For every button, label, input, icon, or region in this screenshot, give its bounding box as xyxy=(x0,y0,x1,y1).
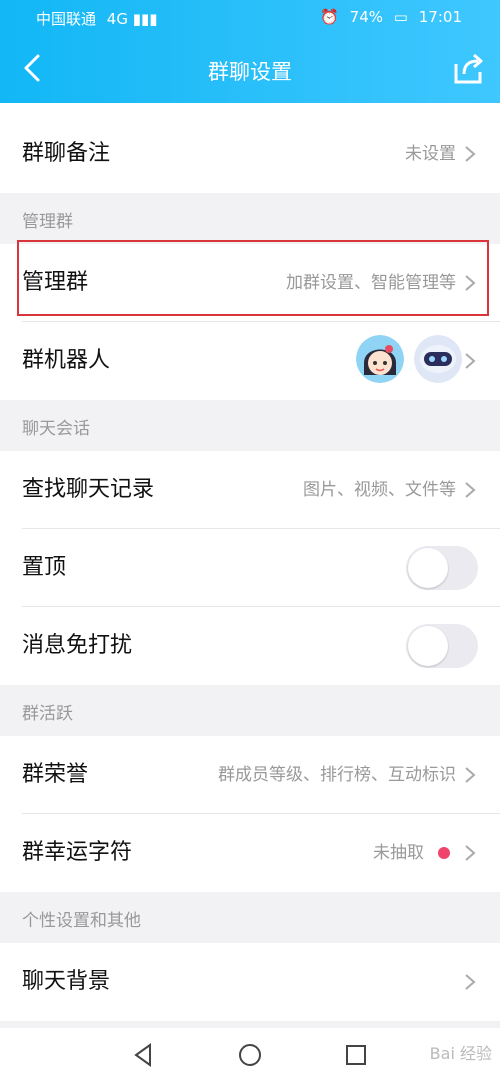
chevron-right-icon xyxy=(465,974,476,990)
section-active: 群活跃 xyxy=(0,685,500,736)
system-nav-bar xyxy=(0,1028,500,1083)
row-remark[interactable]: 群聊备注 未设置 xyxy=(0,115,500,193)
share-icon[interactable] xyxy=(450,50,486,86)
row-label: 群机器人 xyxy=(22,348,111,373)
section-title: 个性设置和其他 xyxy=(22,911,141,931)
row-label: 群聊备注 xyxy=(22,141,111,166)
row-background[interactable]: 聊天背景 xyxy=(0,943,500,1021)
section-other: 个性设置和其他 xyxy=(0,892,500,943)
status-bar: 中国联通 4G ▮▮▮ ⏰ 74% ▭ 17:01 xyxy=(0,0,500,34)
notification-dot xyxy=(438,847,450,859)
toggle-knob xyxy=(408,548,448,588)
row-value: 未抽取 xyxy=(373,843,424,863)
row-value: 未设置 xyxy=(405,144,456,164)
row-label: 聊天背景 xyxy=(22,969,111,994)
nav-recent-icon[interactable] xyxy=(341,1040,371,1070)
watermark: Bai 经验 xyxy=(429,1044,492,1063)
row-value: 图片、视频、文件等 xyxy=(303,480,456,500)
carrier-text: 中国联通 xyxy=(36,10,97,28)
row-robot[interactable]: 群机器人 xyxy=(0,322,500,400)
row-lucky-char[interactable]: 群幸运字符 未抽取 xyxy=(0,814,500,892)
time-text: 17:01 xyxy=(418,8,462,26)
row-mute: 消息免打扰 xyxy=(0,607,500,685)
battery-text: 74% xyxy=(349,8,384,26)
pin-toggle[interactable] xyxy=(406,546,478,590)
row-pin: 置顶 xyxy=(0,529,500,607)
mute-toggle[interactable] xyxy=(406,624,478,668)
highlight-box xyxy=(17,240,489,316)
section-chat: 聊天会话 xyxy=(0,400,500,451)
row-honor[interactable]: 群荣誉 群成员等级、排行榜、互动标识 xyxy=(0,736,500,814)
row-label: 查找聊天记录 xyxy=(22,477,155,502)
battery-icon: ▭ xyxy=(393,8,408,26)
section-title: 管理群 xyxy=(22,212,73,232)
chevron-right-icon xyxy=(465,482,476,498)
toggle-knob xyxy=(408,626,448,666)
signal-icon: ▮▮▮ xyxy=(132,10,158,28)
network-text: 4G xyxy=(106,10,128,28)
row-label: 群荣誉 xyxy=(22,762,89,787)
row-search-history[interactable]: 查找聊天记录 图片、视频、文件等 xyxy=(0,451,500,529)
chevron-right-icon xyxy=(465,845,476,861)
section-manage: 管理群 xyxy=(0,193,500,244)
row-value: 群成员等级、排行榜、互动标识 xyxy=(218,765,456,785)
section-title: 群活跃 xyxy=(22,704,73,724)
navbar: 群聊设置 xyxy=(0,40,500,100)
chevron-right-icon xyxy=(465,767,476,783)
alarm-icon: ⏰ xyxy=(320,8,339,26)
page-title: 群聊设置 xyxy=(208,60,292,84)
girl-avatar-icon xyxy=(356,335,404,383)
chevron-right-icon xyxy=(465,146,476,162)
row-label: 置顶 xyxy=(22,555,67,580)
chevron-right-icon xyxy=(465,353,476,369)
robot-avatar-icon xyxy=(414,335,462,383)
row-label: 消息免打扰 xyxy=(22,633,133,658)
header: 中国联通 4G ▮▮▮ ⏰ 74% ▭ 17:01 群聊设置 xyxy=(0,0,500,103)
section-title: 聊天会话 xyxy=(22,419,90,439)
nav-back-icon[interactable] xyxy=(128,1040,158,1070)
row-label: 群幸运字符 xyxy=(22,840,133,865)
nav-home-icon[interactable] xyxy=(235,1040,265,1070)
